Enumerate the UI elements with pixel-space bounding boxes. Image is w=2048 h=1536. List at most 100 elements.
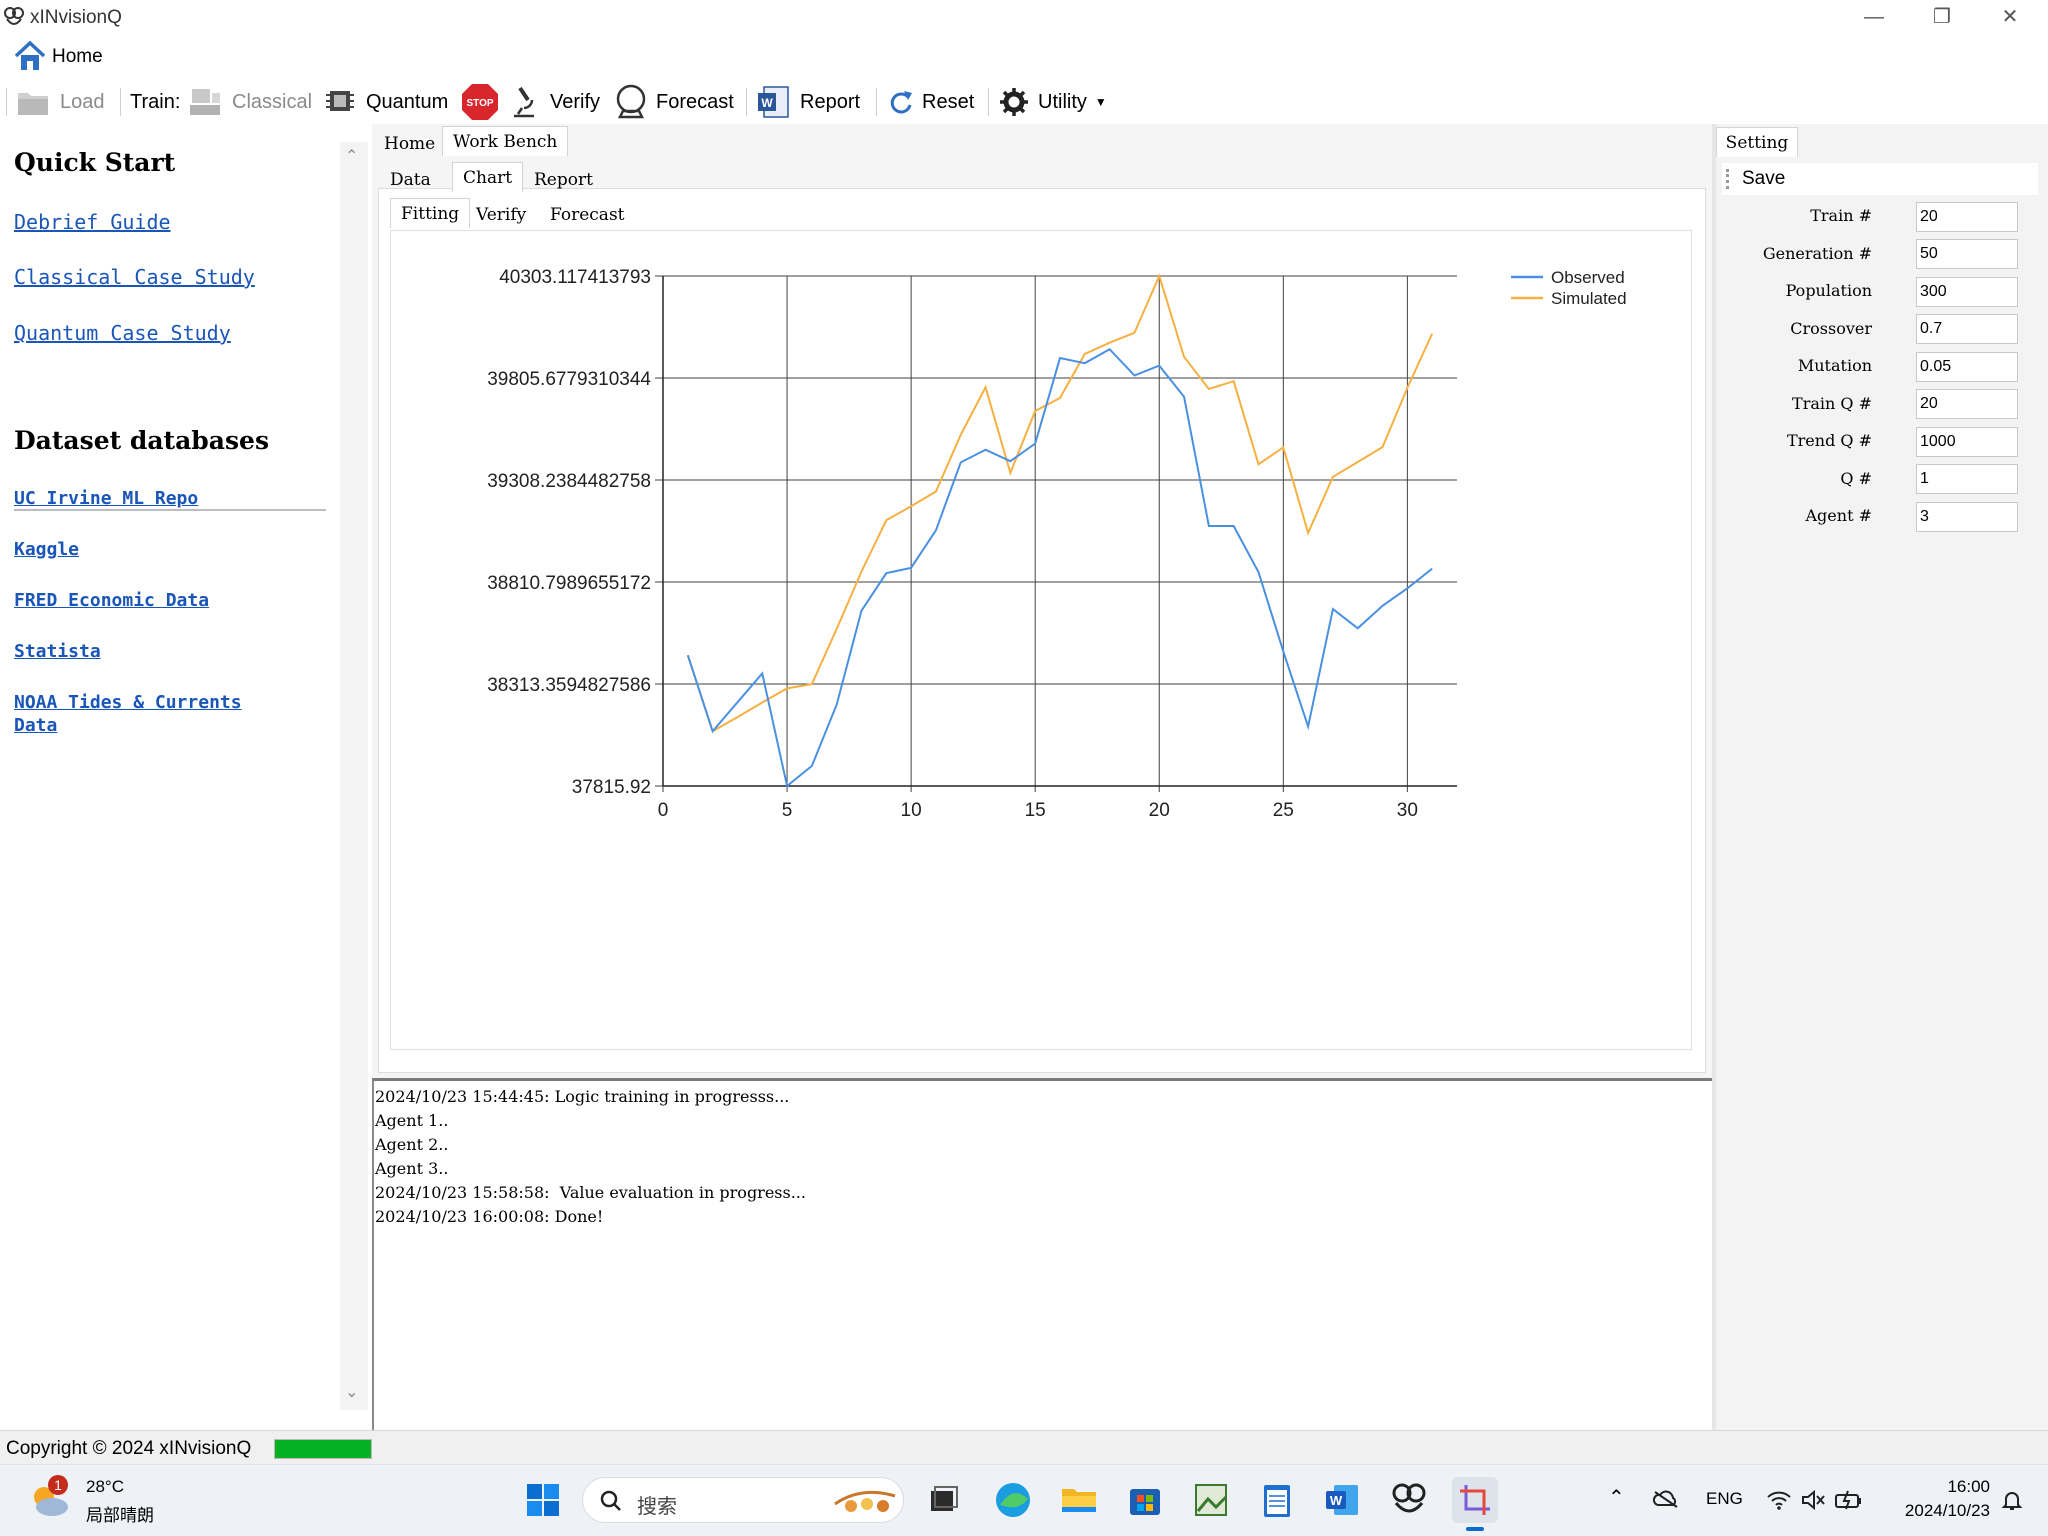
notepad-button[interactable]: [1254, 1477, 1300, 1523]
battery-charging-icon[interactable]: [1834, 1489, 1862, 1511]
close-button[interactable]: ✕: [1976, 0, 2044, 34]
tab-verify[interactable]: Verify: [470, 200, 532, 230]
mutation-input[interactable]: 0.05: [1916, 352, 2018, 382]
stop-button[interactable]: STOP: [460, 80, 508, 124]
show-hidden-icons-chevron-icon[interactable]: ⌃: [1608, 1485, 1625, 1510]
save-button[interactable]: Save: [1742, 168, 1785, 190]
uc-irvine-link[interactable]: UC Irvine ML Repo: [14, 487, 198, 510]
edge-browser-button[interactable]: [990, 1477, 1036, 1523]
toolbar-separator: [746, 88, 747, 116]
train-q-label: Train Q #: [1792, 394, 1872, 413]
task-view-icon: [931, 1486, 958, 1511]
speaker-muted-icon[interactable]: [1800, 1489, 1826, 1511]
log-line: Agent 2..: [375, 1135, 449, 1154]
xinvisionq-app-button[interactable]: [1386, 1477, 1432, 1523]
photo-app-button[interactable]: [1188, 1477, 1234, 1523]
classical-case-study-link[interactable]: Classical Case Study: [14, 265, 255, 289]
scroll-down-icon[interactable]: ⌄: [345, 1382, 358, 1402]
log-output[interactable]: 2024/10/23 15:44:45: Logic training in p…: [372, 1078, 1712, 1430]
noaa-link[interactable]: NOAA Tides & Currents Data: [14, 691, 274, 737]
crossover-input[interactable]: 0.7: [1916, 314, 2018, 344]
clock-time[interactable]: 16:00: [1890, 1477, 1990, 1497]
y-tick-label: 40303.117413793: [499, 267, 651, 288]
q-count-label: Q #: [1840, 469, 1872, 488]
window-title: xINvisionQ: [30, 7, 122, 28]
input-language-indicator[interactable]: ENG: [1706, 1489, 1743, 1509]
title-bar: xINvisionQ — ❐ ✕: [0, 0, 2048, 34]
quantum-case-study-link[interactable]: Quantum Case Study: [14, 321, 231, 345]
log-line: Agent 1..: [375, 1111, 449, 1130]
scroll-up-icon[interactable]: ⌃: [345, 146, 358, 166]
tab-setting[interactable]: Setting: [1716, 127, 1798, 157]
classical-button[interactable]: Classical: [188, 80, 312, 124]
tab-home[interactable]: Home: [374, 129, 445, 159]
notification-bell-icon[interactable]: [2000, 1489, 2024, 1513]
fitting-line-chart: 0 5 10 15 20 25 30 37815.92 38313.3594827586 3881…: [487, 267, 1626, 821]
utility-dropdown-button[interactable]: Utility ▼: [998, 80, 1107, 124]
main-toolbar: Load Train: Classical Quantum STOP Verif…: [0, 80, 2048, 124]
log-line: 2024/10/23 15:44:45: Logic training in p…: [375, 1087, 790, 1106]
wifi-icon[interactable]: [1766, 1489, 1792, 1511]
population-label: Population: [1785, 281, 1872, 300]
file-explorer-button[interactable]: [1056, 1477, 1102, 1523]
notification-badge: 1: [48, 1475, 68, 1495]
agent-count-input[interactable]: 3: [1916, 502, 2018, 532]
snipping-tool-button[interactable]: [1452, 1477, 1498, 1531]
fred-link[interactable]: FRED Economic Data: [14, 589, 209, 612]
image-editor-icon: [1195, 1484, 1228, 1516]
home-menu-label[interactable]: Home: [52, 46, 103, 68]
log-line: 2024/10/23 16:00:08: Done!: [375, 1207, 604, 1226]
microscope-icon: [514, 86, 534, 118]
forecast-button[interactable]: Forecast: [614, 80, 734, 124]
y-tick-label: 38313.3594827586: [487, 675, 651, 696]
edge-browser-icon: [996, 1483, 1030, 1517]
start-button[interactable]: [520, 1477, 566, 1523]
gear-icon: [1000, 88, 1028, 116]
trend-q-input[interactable]: 1000: [1916, 427, 2018, 457]
tab-work-bench[interactable]: Work Bench: [442, 126, 569, 156]
toolbar-grip: [1726, 169, 1729, 189]
population-input[interactable]: 300: [1916, 277, 2018, 307]
load-button[interactable]: Load: [16, 80, 105, 124]
verify-button[interactable]: Verify: [508, 80, 600, 124]
taskbar-search-box[interactable]: 搜索: [582, 1477, 904, 1523]
train-count-input[interactable]: 20: [1916, 202, 2018, 232]
word-button[interactable]: W: [1320, 1477, 1366, 1523]
home-icon[interactable]: [12, 38, 48, 74]
left-panel: Quick Start Debrief Guide Classical Case…: [0, 124, 340, 1429]
restore-button[interactable]: ❐: [1908, 0, 1976, 34]
minimize-button[interactable]: —: [1840, 0, 1908, 34]
tab-fitting[interactable]: Fitting: [390, 198, 471, 228]
x-tick-label: 5: [782, 800, 793, 821]
clock-date[interactable]: 2024/10/23: [1890, 1501, 1990, 1521]
x-tick-label: 10: [901, 800, 922, 821]
generation-count-input[interactable]: 50: [1916, 239, 2018, 269]
ribbon-home-row: Home: [0, 34, 2048, 80]
tab-chart[interactable]: Chart: [452, 162, 524, 192]
agent-count-label: Agent #: [1805, 506, 1873, 525]
tab-report[interactable]: Report: [524, 165, 603, 195]
reset-button[interactable]: Reset: [886, 80, 974, 124]
svg-text:W: W: [761, 96, 773, 110]
statista-link[interactable]: Statista: [14, 640, 101, 663]
x-tick-label: 15: [1025, 800, 1046, 821]
tab-forecast[interactable]: Forecast: [544, 200, 631, 230]
left-panel-scrollbar[interactable]: ⌃ ⌄: [340, 142, 368, 1410]
q-count-input[interactable]: 1: [1916, 464, 2018, 494]
report-button[interactable]: W Report: [756, 80, 860, 124]
kaggle-link[interactable]: Kaggle: [14, 538, 79, 561]
debrief-guide-link[interactable]: Debrief Guide: [14, 210, 171, 234]
onedrive-cloud-icon[interactable]: [1652, 1489, 1680, 1509]
store-button[interactable]: [1122, 1477, 1168, 1523]
quantum-button[interactable]: Quantum: [324, 80, 448, 124]
train-q-input[interactable]: 20: [1916, 389, 2018, 419]
svg-text:W: W: [1330, 1493, 1343, 1508]
task-view-button[interactable]: [920, 1477, 966, 1523]
crystal-ball-icon: [616, 84, 646, 119]
copyright-text: Copyright © 2024 xINvisionQ: [6, 1438, 252, 1459]
tab-data[interactable]: Data: [380, 165, 441, 195]
weather-widget[interactable]: 1 28°C 局部晴朗: [10, 1465, 170, 1536]
x-tick-label: 25: [1273, 800, 1294, 821]
crossover-label: Crossover: [1790, 319, 1872, 338]
word-document-icon: W: [758, 86, 789, 118]
